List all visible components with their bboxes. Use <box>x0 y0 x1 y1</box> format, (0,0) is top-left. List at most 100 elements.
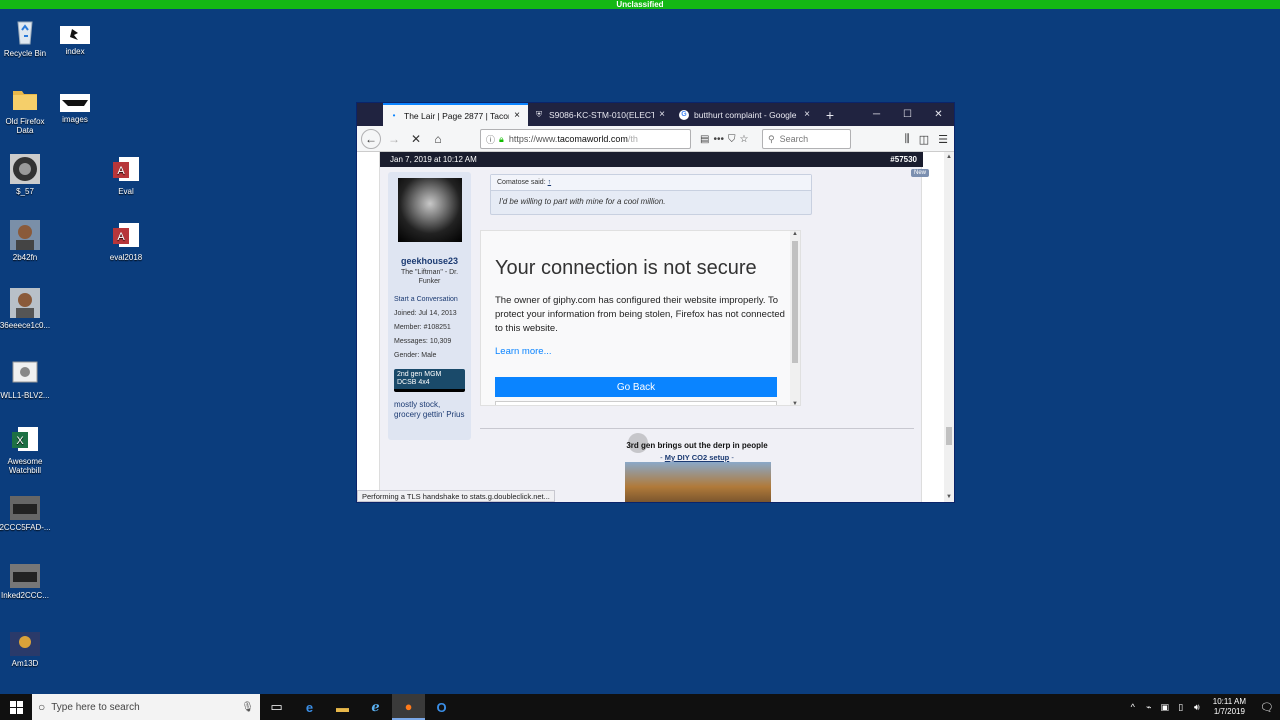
scroll-down-icon[interactable]: ▼ <box>790 401 800 405</box>
tab-google[interactable]: G butthurt complaint - Google × <box>673 103 818 126</box>
info-icon[interactable]: ⓘ <box>486 133 495 146</box>
firefox-taskbar-icon[interactable]: ● <box>392 694 425 720</box>
desktop-icon-36eeece1c0[interactable]: 36eeece1c0... <box>0 288 53 330</box>
post-number[interactable]: #57530 <box>890 155 917 164</box>
user-signature: mostly stock, grocery gettin' Prius <box>394 400 465 419</box>
taskbar-search-input[interactable]: ○ Type here to search 🎙︎ <box>32 694 260 720</box>
tab-the-lair[interactable]: • The Lair | Page 2877 | Tacoma × <box>383 103 528 126</box>
scroll-thumb[interactable] <box>946 427 952 445</box>
avatar[interactable] <box>397 178 462 242</box>
desktop-icon-am13d[interactable]: Am13D <box>0 632 53 668</box>
loading-icon: • <box>392 111 396 120</box>
post-header: Jan 7, 2019 at 10:12 AM #57530 <box>380 152 923 167</box>
signature-line: 3rd gen brings out the derp in people <box>626 441 768 450</box>
gender: Male <box>421 352 437 359</box>
lock-icon[interactable]: 🔒︎ <box>499 134 504 145</box>
quote-jump-link[interactable]: ↑ <box>548 179 552 186</box>
internet-explorer-icon[interactable]: ℯ <box>359 694 392 720</box>
scroll-up-icon[interactable]: ▲ <box>944 154 954 160</box>
desktop-icon-index[interactable]: index <box>47 26 103 56</box>
quote-author: Comatose said: <box>497 179 546 186</box>
close-tab-icon[interactable]: × <box>512 110 522 121</box>
desktop-icon-wll1-blv2[interactable]: WLL1-BLV2... <box>0 358 53 400</box>
go-back-button[interactable]: Go Back <box>495 377 777 397</box>
signature-link[interactable]: My DIY CO2 setup <box>665 453 729 462</box>
user-title: The "Liftman" - Dr. Funker <box>400 269 459 285</box>
notification-icon[interactable]: 🗨︎ <box>1254 701 1280 714</box>
clock[interactable]: 10:11 AM 1/7/2019 <box>1213 697 1246 717</box>
page-actions-icon[interactable]: ••• <box>713 134 724 145</box>
username[interactable]: geekhouse23 <box>394 256 465 266</box>
frame-scrollbar[interactable]: ▲ ▼ <box>790 231 800 405</box>
task-view-button[interactable]: ▭ <box>260 694 293 720</box>
shield-icon: ⛨ <box>536 109 542 119</box>
pocket-icon[interactable]: ⛉ <box>728 134 736 145</box>
embedded-error-frame[interactable]: Your connection is not secure The owner … <box>480 230 801 406</box>
tab-s9086[interactable]: ⛨ S9086-KC-STM-010(ELECTRIC × <box>528 103 673 126</box>
advanced-button[interactable] <box>495 401 777 405</box>
network-icon[interactable]: ⌁ <box>1142 702 1156 713</box>
svg-text:A: A <box>117 165 125 177</box>
new-badge: New <box>910 169 929 177</box>
outlook-icon[interactable]: O <box>425 694 458 720</box>
scroll-thumb[interactable] <box>792 241 798 363</box>
user-info-pane: geekhouse23 The "Liftman" - Dr. Funker S… <box>388 172 471 440</box>
start-conversation-link[interactable]: Start a Conversation <box>394 293 465 307</box>
desktop-icon-s57[interactable]: $_57 <box>0 154 53 196</box>
desktop-icon-old-firefox-data[interactable]: Old Firefox Data <box>0 84 53 135</box>
desktop-icon-recycle-bin[interactable]: Recycle Bin <box>0 16 53 58</box>
edge-icon[interactable]: e <box>293 694 326 720</box>
search-input[interactable]: ⚲ Search <box>762 129 851 149</box>
status-bar: Performing a TLS handshake to stats.g.do… <box>357 490 555 502</box>
error-description: The owner of giphy.com has configured th… <box>495 295 785 334</box>
access-db-icon: A <box>113 157 139 181</box>
svg-text:X: X <box>16 435 24 447</box>
page-scrollbar[interactable]: ▲ ▼ <box>944 152 954 502</box>
battery-icon[interactable]: ▯ <box>1174 702 1188 713</box>
desktop-icon-eval[interactable]: A Eval <box>98 154 154 196</box>
close-icon[interactable]: ✕ <box>923 103 954 126</box>
forum-post: Jan 7, 2019 at 10:12 AM #57530 geekhouse… <box>379 152 929 502</box>
navigation-toolbar: ← → ✕ ⌂ ⓘ 🔒︎ https://www.tacomaworld.com… <box>357 126 954 152</box>
desktop-icon-images[interactable]: images <box>47 94 103 124</box>
menu-icon[interactable]: ☰ <box>938 133 948 146</box>
desktop-icon-inked2ccc[interactable]: Inked2CCC... <box>0 564 53 600</box>
joined-date: Jul 14, 2013 <box>418 310 457 317</box>
volume-icon[interactable]: 🔊︎ <box>1190 702 1204 713</box>
close-tab-icon[interactable]: × <box>657 109 667 120</box>
back-button[interactable]: ← <box>361 128 381 149</box>
microphone-icon[interactable]: 🎙︎ <box>241 702 254 713</box>
home-button[interactable]: ⌂ <box>427 128 449 150</box>
forward-button[interactable]: → <box>383 128 405 150</box>
reader-view-icon[interactable]: ▤ <box>700 134 709 145</box>
start-button[interactable] <box>0 694 32 720</box>
settings-file-icon <box>12 361 38 383</box>
library-icon[interactable]: ⫼ <box>905 133 910 146</box>
page-content[interactable]: Jan 7, 2019 at 10:12 AM #57530 geekhouse… <box>357 152 954 502</box>
sidebar-icon[interactable]: ◫ <box>919 133 929 146</box>
google-icon: G <box>679 109 689 120</box>
folder-tray-icon[interactable]: ▣ <box>1158 702 1172 713</box>
firefox-window[interactable]: • The Lair | Page 2877 | Tacoma × ⛨ S908… <box>356 102 955 503</box>
signature-truck-photo <box>625 462 771 502</box>
new-tab-button[interactable]: + <box>818 103 842 126</box>
desktop-icon-awesome-watchbill[interactable]: X Awesome Watchbill <box>0 424 53 475</box>
desktop-icon-eval2018[interactable]: A eval2018 <box>98 220 154 262</box>
desktop-icon-2b42fn[interactable]: 2b42fn <box>0 220 53 262</box>
system-tray: ^ ⌁ ▣ ▯ 🔊︎ 10:11 AM 1/7/2019 🗨︎ <box>1125 694 1280 720</box>
stop-button[interactable]: ✕ <box>405 128 427 150</box>
excel-icon: X <box>12 427 38 451</box>
minimize-icon[interactable]: ─ <box>861 103 892 126</box>
maximize-icon[interactable]: ☐ <box>892 103 923 126</box>
taskbar: ○ Type here to search 🎙︎ ▭ e ▬ ℯ ● O ^ ⌁… <box>0 694 1280 720</box>
chevron-up-icon[interactable]: ^ <box>1126 702 1140 712</box>
file-explorer-icon[interactable]: ▬ <box>326 694 359 720</box>
bookmark-star-icon[interactable]: ☆ <box>739 134 748 145</box>
recycle-bin-icon <box>17 21 33 45</box>
url-bar[interactable]: ⓘ 🔒︎ https://www.tacomaworld.com/th <box>480 129 691 149</box>
learn-more-link[interactable]: Learn more... <box>495 346 552 357</box>
desktop-icon-2ccc5fad[interactable]: 2CCC5FAD-... <box>0 496 53 532</box>
close-tab-icon[interactable]: × <box>802 109 812 120</box>
scroll-down-icon[interactable]: ▼ <box>944 494 954 500</box>
scroll-up-icon[interactable]: ▲ <box>790 231 800 237</box>
